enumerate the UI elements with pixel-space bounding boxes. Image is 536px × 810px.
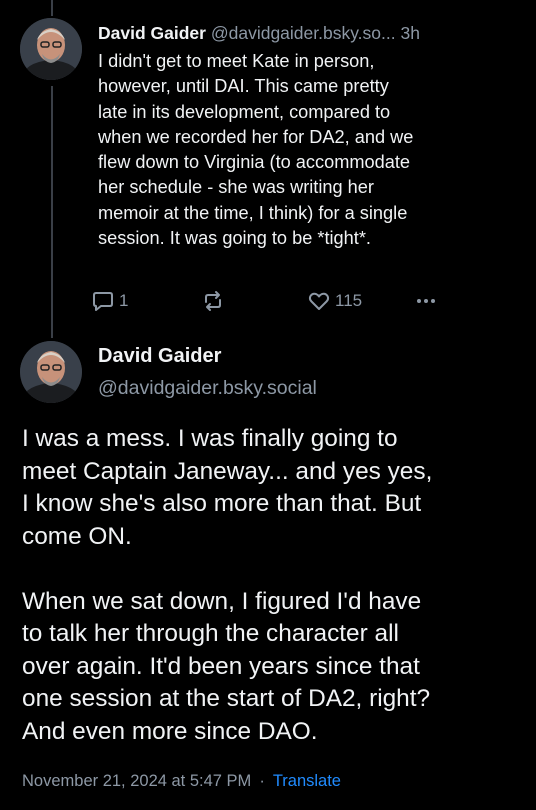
avatar[interactable] [20,341,82,403]
author-name[interactable]: David Gaider [98,23,206,43]
post-timestamp: November 21, 2024 at 5:47 PM [22,772,252,790]
reply-count: 1 [119,291,129,310]
like-count: 115 [335,291,363,310]
parent-post[interactable]: David Gaider @davidgaider.bsky.so... 3h … [98,22,522,251]
like-button[interactable]: 115 [308,287,362,315]
author-handle[interactable]: @davidgaider.bsky.social [98,377,317,400]
ellipsis-icon [417,299,435,303]
post-actions: 1 115 [92,287,452,315]
repost-button[interactable] [202,287,229,315]
author-name[interactable]: David Gaider [98,345,221,368]
author-handle[interactable]: @davidgaider.bsky.so... [211,23,396,43]
avatar[interactable] [20,18,82,80]
post-text: I didn't get to meet Kate in person, how… [98,51,414,249]
speech-bubble-icon [93,292,113,311]
thread-line-top [51,0,53,16]
post-header: David Gaider @davidgaider.bsky.so... 3h [98,22,522,44]
post-time[interactable]: 3h [400,23,419,43]
thread-line-connector [51,86,53,338]
heart-icon [308,292,330,310]
more-options-button[interactable] [414,287,438,315]
meta-separator: · [259,772,265,790]
reply-button[interactable]: 1 [92,287,128,315]
post-text: I was a mess. I was finally going to mee… [22,425,433,745]
post-meta: November 21, 2024 at 5:47 PM · Translate [22,772,341,791]
translate-link[interactable]: Translate [273,772,341,790]
repost-arrows-icon [205,291,221,311]
